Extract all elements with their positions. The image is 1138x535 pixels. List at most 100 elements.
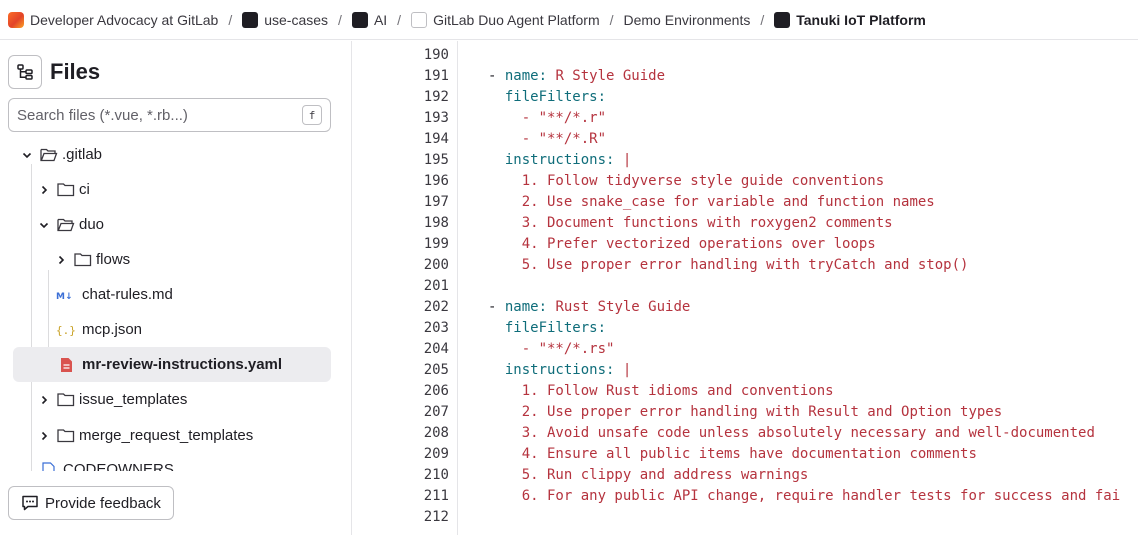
line-number[interactable]: 198: [353, 215, 449, 231]
line-number[interactable]: 210: [353, 467, 449, 483]
file-tree-header: Files: [8, 55, 100, 89]
chevron-right-icon[interactable]: [37, 429, 51, 443]
chevron-right-icon[interactable]: [37, 183, 51, 197]
breadcrumb-item-tanuki-iot-platform[interactable]: Tanuki IoT Platform: [774, 11, 926, 28]
line-number[interactable]: 192: [353, 89, 449, 105]
file-search-input[interactable]: Search files (*.vue, *.rb...) f: [8, 98, 331, 132]
file-tree-sidebar: Files Search files (*.vue, *.rb...) f .g…: [0, 41, 352, 535]
tree-item-mcp-json[interactable]: {.} mcp.json: [13, 312, 331, 347]
yaml-key: fileFilters:: [504, 88, 607, 105]
line-number[interactable]: 201: [353, 278, 449, 294]
line-number[interactable]: 194: [353, 131, 449, 147]
line-number[interactable]: 200: [353, 257, 449, 273]
tree-item-chat-rules-md[interactable]: M↓ chat-rules.md: [13, 277, 331, 312]
breadcrumb-item-duo-agent-platform[interactable]: GitLab Duo Agent Platform: [411, 11, 600, 28]
tree-item-gitlab-folder[interactable]: .gitlab: [13, 137, 331, 172]
yaml-value: 1. Follow tidyverse style guide conventi…: [521, 172, 885, 189]
code-line[interactable]: 208 3. Avoid unsafe code unless absolute…: [353, 422, 1138, 443]
code-line[interactable]: 209 4. Ensure all public items have docu…: [353, 443, 1138, 464]
line-number[interactable]: 197: [353, 194, 449, 210]
code-line[interactable]: 196 1. Follow tidyverse style guide conv…: [353, 170, 1138, 191]
code-content: instructions: |: [488, 362, 631, 378]
line-number[interactable]: 202: [353, 299, 449, 315]
line-number[interactable]: 195: [353, 152, 449, 168]
project-avatar-icon: [351, 11, 368, 28]
chevron-right-icon[interactable]: [37, 393, 51, 407]
tree-item-codeowners[interactable]: CODEOWNERS: [13, 452, 331, 471]
code-line[interactable]: 202 - name: Rust Style Guide: [353, 296, 1138, 317]
line-number[interactable]: 196: [353, 173, 449, 189]
line-number[interactable]: 199: [353, 236, 449, 252]
file-tree: .gitlab ci duo flows M↓ chat-rules.md {.…: [0, 136, 352, 471]
code-line[interactable]: 205 instructions: |: [353, 359, 1138, 380]
code-line[interactable]: 190: [353, 44, 1138, 65]
line-number[interactable]: 211: [353, 488, 449, 504]
yaml-value: - "**/*.r": [521, 109, 607, 126]
code-line[interactable]: 193 - "**/*.r": [353, 107, 1138, 128]
line-number[interactable]: 191: [353, 68, 449, 84]
line-number[interactable]: 212: [353, 509, 449, 525]
line-number[interactable]: 190: [353, 47, 449, 63]
code-line[interactable]: 207 2. Use proper error handling with Re…: [353, 401, 1138, 422]
file-tree-toggle-button[interactable]: [8, 55, 42, 89]
tree-item-label: CODEOWNERS: [63, 461, 174, 471]
line-number[interactable]: 205: [353, 362, 449, 378]
code-line[interactable]: 203 fileFilters:: [353, 317, 1138, 338]
project-avatar-icon: [242, 11, 259, 28]
code-line[interactable]: 191 - name: R Style Guide: [353, 65, 1138, 86]
breadcrumb-item-group[interactable]: Developer Advocacy at GitLab: [8, 11, 218, 28]
code-line[interactable]: 198 3. Document functions with roxygen2 …: [353, 212, 1138, 233]
code-line[interactable]: 201: [353, 275, 1138, 296]
code-line[interactable]: 192 fileFilters:: [353, 86, 1138, 107]
code-line[interactable]: 195 instructions: |: [353, 149, 1138, 170]
yaml-value: - "**/*.rs": [521, 340, 615, 357]
tree-item-mr-review-instructions-yaml[interactable]: mr-review-instructions.yaml: [13, 347, 331, 382]
breadcrumb-label: Tanuki IoT Platform: [796, 11, 926, 28]
tree-item-label: merge_request_templates: [79, 427, 254, 444]
tree-item-label: mcp.json: [82, 321, 143, 338]
code-line[interactable]: 206 1. Follow Rust idioms and convention…: [353, 380, 1138, 401]
line-number[interactable]: 208: [353, 425, 449, 441]
chevron-down-icon[interactable]: [20, 148, 34, 162]
code-line[interactable]: 199 4. Prefer vectorized operations over…: [353, 233, 1138, 254]
tree-item-ci-folder[interactable]: ci: [13, 172, 331, 207]
yaml-value: |: [614, 151, 632, 168]
breadcrumb-item-ai[interactable]: AI: [351, 11, 387, 28]
code-editor[interactable]: 190 191 - name: R Style Guide 192 fileFilte…: [353, 41, 1138, 535]
chevron-down-icon[interactable]: [37, 218, 51, 232]
project-avatar-icon: [774, 11, 791, 28]
chevron-right-icon[interactable]: [54, 253, 68, 267]
code-line[interactable]: 200 5. Use proper error handling with tr…: [353, 254, 1138, 275]
line-number[interactable]: 203: [353, 320, 449, 336]
tree-item-duo-folder[interactable]: duo: [13, 207, 331, 242]
yaml-value: - "**/*.R": [521, 130, 607, 147]
tree-item-flows-folder[interactable]: flows: [13, 242, 331, 277]
code-line[interactable]: 194 - "**/*.R": [353, 128, 1138, 149]
gitlab-group-avatar-icon: [8, 11, 24, 28]
code-line[interactable]: 197 2. Use snake_case for variable and f…: [353, 191, 1138, 212]
yaml-file-icon: [58, 357, 74, 373]
provide-feedback-button[interactable]: Provide feedback: [8, 486, 174, 520]
line-number[interactable]: 204: [353, 341, 449, 357]
code-line[interactable]: 204 - "**/*.rs": [353, 338, 1138, 359]
line-number[interactable]: 207: [353, 404, 449, 420]
code-content: 4. Prefer vectorized operations over loo…: [488, 236, 876, 252]
code-line[interactable]: 212: [353, 506, 1138, 527]
yaml-value: 3. Document functions with roxygen2 comm…: [521, 214, 893, 231]
line-number[interactable]: 209: [353, 446, 449, 462]
code-line[interactable]: 211 6. For any public API change, requir…: [353, 485, 1138, 506]
breadcrumb-item-demo-environments[interactable]: Demo Environments: [624, 12, 751, 28]
code-content: 6. For any public API change, require ha…: [488, 488, 1120, 504]
line-number[interactable]: 206: [353, 383, 449, 399]
breadcrumb-label: GitLab Duo Agent Platform: [433, 11, 600, 28]
code-line[interactable]: 210 5. Run clippy and address warnings: [353, 464, 1138, 485]
line-number[interactable]: 193: [353, 110, 449, 126]
code-content: 1. Follow Rust idioms and conventions: [488, 383, 834, 399]
tree-item-label: .gitlab: [62, 146, 103, 163]
tree-item-issue-templates-folder[interactable]: issue_templates: [13, 382, 331, 417]
breadcrumb-item-use-cases[interactable]: use-cases: [242, 11, 328, 28]
tree-item-merge-request-templates-folder[interactable]: merge_request_templates: [13, 418, 331, 453]
